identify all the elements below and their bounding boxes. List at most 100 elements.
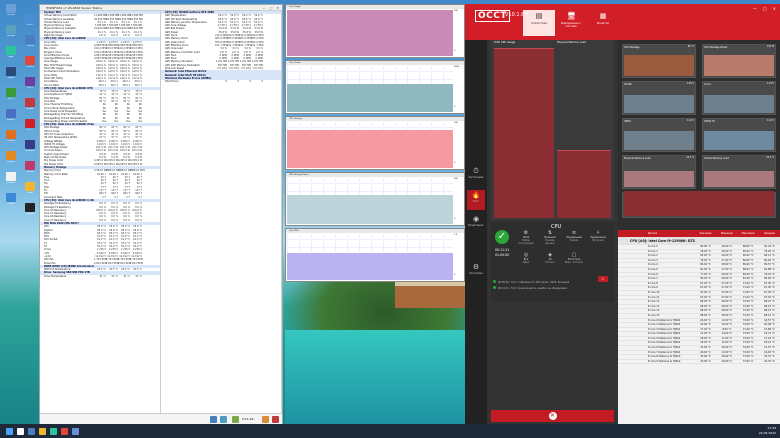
desktop-icon[interactable]: OCCT	[21, 119, 39, 133]
column-header[interactable]: Среднее	[759, 230, 780, 237]
monitor-tile[interactable]: VDDQ TX 1.10 V	[702, 118, 776, 152]
graph-window[interactable]: Core Clocks 5000 0	[285, 60, 465, 114]
clock-icon[interactable]	[232, 416, 239, 423]
hwinfo-task-icon[interactable]	[72, 427, 79, 435]
nav-right-icon[interactable]	[220, 416, 227, 423]
tab-1[interactable]: 🖥 Информация о системе	[555, 10, 587, 36]
monitor-tile[interactable]: Total CPU Usage100 %	[622, 191, 776, 218]
desktop-icon[interactable]: Cinebench	[21, 140, 39, 154]
test-parameter[interactable]: ⇅ Большой Размер данных	[541, 230, 559, 245]
test-parameter[interactable]: ▢ 64 потока Макс. потоков	[565, 252, 583, 264]
tab-2[interactable]: ▦ Монитор	[587, 10, 619, 36]
monitor-tile[interactable]: Physical Memory Load 24.1 %	[622, 155, 696, 189]
nav-left-icon[interactable]	[210, 416, 217, 423]
monitor-tile[interactable]: CPU Package 82 °C	[622, 44, 696, 78]
sensor-group-title[interactable]: CPU [#0]: Intel Core i9-12900K: DTS	[618, 237, 780, 245]
desktop-icon[interactable]: Recycle	[2, 4, 20, 18]
sensor-name: P-core 3	[648, 258, 658, 262]
graph-fill	[287, 253, 453, 280]
column-header[interactable]: Значение	[695, 230, 716, 237]
desktop-icon[interactable]: Chrome	[21, 56, 39, 70]
sidebar-item[interactable]: ⚙ Настройки	[467, 262, 485, 282]
column-header[interactable]: Датчик	[618, 230, 695, 237]
sidebar-item[interactable]: ◉ Мониторинг	[467, 214, 485, 234]
monitor-tile[interactable]: Virtual Memory Load 33.1 %	[702, 155, 776, 189]
desktop-icon[interactable]: Folder	[21, 182, 39, 196]
tile-graph	[704, 131, 774, 150]
desktop-icon[interactable]: Blender	[2, 151, 20, 165]
monitor-tile[interactable]: VDD2 1.10 V	[622, 118, 696, 152]
desktop-icon[interactable]: Steam	[2, 67, 20, 81]
close-icon[interactable]: ✕	[773, 6, 776, 11]
test-running-check-icon[interactable]: ✓	[495, 230, 509, 244]
test-parameter[interactable]: ⚡ Переменная Нагрузка	[589, 230, 607, 242]
desktop-icon[interactable]: Network	[2, 25, 20, 39]
test-parameter[interactable]: ◈ 24 Потоки	[541, 252, 559, 264]
desktop-icon[interactable]: Photos	[2, 193, 20, 207]
desktop-icon[interactable]: Prime95	[21, 161, 39, 175]
graph-window[interactable]: CPU Package 100 0	[285, 116, 465, 170]
clear-log-icon[interactable]: ⎘	[598, 276, 608, 282]
sensor-value: 79.92 °C	[764, 249, 775, 253]
sensor-row[interactable]: Drive Temperature 41 °C 41 °C 41 °C 41 °C	[40, 275, 160, 278]
scale-min: 0	[454, 106, 456, 108]
sensor-value: 72.00 °C	[742, 318, 754, 322]
minimize-icon[interactable]: —	[753, 6, 757, 11]
desktop-icon[interactable]: AIDA64	[21, 98, 39, 112]
occt-task-icon[interactable]	[61, 427, 68, 435]
sensor-value: 87.00 °C	[742, 277, 754, 281]
desktop-icon[interactable]: HWiNFO	[2, 109, 20, 123]
tab-0[interactable]: ▤ Статистика	[523, 10, 555, 36]
search-icon[interactable]	[17, 427, 24, 435]
explorer-icon[interactable]	[39, 427, 46, 435]
graph-window[interactable]: Core Usage 100 0	[285, 4, 465, 58]
desktop-icon[interactable]: Notepad	[2, 172, 20, 186]
hwinfo-sensor-column-2[interactable]: GPU [#0]: NVIDIA GeForce RTX 3080 GPU Tem…	[161, 11, 282, 413]
monitor-tile[interactable]: CPU Package Power 241 W	[702, 44, 776, 78]
sensor-table[interactable]: Датчик Значение Минимум Максимум Среднее CPU…	[618, 230, 780, 424]
column-header[interactable]: Максимум	[737, 230, 758, 237]
monitor-tile[interactable]: Vcore 1.23 V	[702, 81, 776, 115]
graph-scale: 1.5 0	[454, 234, 463, 276]
sensor-value: 19.00 °C	[700, 341, 711, 345]
desktop-icon[interactable]: 3DMark	[2, 130, 20, 144]
sensor-value: 68.12 °C	[764, 300, 775, 304]
test-parameter[interactable]: ◎ Все Ядра	[517, 252, 535, 264]
graph-scale: 100 0	[454, 10, 463, 52]
close-icon[interactable]: ✕	[276, 5, 279, 10]
stop-icon: ✕	[548, 412, 557, 420]
occt-window[interactable]: OCCT V10.1.6 ▤ Статистика 🖥 Информация о си…	[465, 4, 780, 424]
settings-icon[interactable]	[262, 416, 269, 423]
close-sensors-icon[interactable]	[272, 416, 279, 423]
test-parameter[interactable]: ≡ Нормальный Режим	[565, 230, 583, 242]
start-icon[interactable]	[6, 427, 13, 435]
system-tray-clock[interactable]: 17:34 22.05.2022	[759, 426, 776, 435]
test-parameter[interactable]: ⚙ AVX2 Набор инструкций	[517, 230, 535, 245]
desktop-icon[interactable]: This PC	[21, 14, 39, 28]
sensor-name: Drive Temperature	[44, 274, 67, 278]
hwinfo-window[interactable]: HWiNFO64 v7.26-4800 Sensor Status — □ ✕ Sy…	[39, 4, 283, 425]
maximize-icon[interactable]: □	[763, 6, 767, 11]
stop-test-button[interactable]: ✕	[491, 410, 614, 422]
graph-window[interactable]: Core VIDs 1.5 0	[285, 228, 465, 282]
graph-window[interactable]: CPU Package Power 300 0	[285, 172, 465, 226]
hwinfo-sensor-column-1[interactable]: System: MSI Virtual Memory Committed 11,98…	[40, 11, 161, 413]
sidebar-item[interactable]: ⏱ Расписание	[467, 166, 485, 186]
column-header[interactable]: Минимум	[716, 230, 737, 237]
maximize-icon[interactable]: □	[270, 5, 273, 10]
sensor-row[interactable]: E-core 9 Distance to TjMAX 33.00 °C 29.00 …	[618, 360, 780, 365]
task-view-icon[interactable]	[28, 427, 35, 435]
desktop-icon[interactable]: GPU-Z	[2, 88, 20, 102]
edge-icon[interactable]	[50, 427, 57, 435]
app-icon	[25, 98, 35, 107]
graph-plot	[287, 66, 453, 112]
sidebar-item[interactable]: 🔥 Тест	[467, 190, 485, 210]
monitor-tile[interactable]: VCCIN 1.64 V	[622, 81, 696, 115]
desktop-icon[interactable]: Terminal	[21, 203, 39, 217]
desktop-icon-label: Cinebench	[24, 150, 36, 152]
minimize-icon[interactable]: —	[263, 5, 266, 10]
desktop-icon[interactable]: Edge	[2, 46, 20, 60]
desktop-icon[interactable]: CPU-Z	[21, 77, 39, 91]
desktop-icon[interactable]: Control	[21, 35, 39, 49]
sensor-row[interactable]: Total Errors 0 0 0 0	[161, 80, 281, 83]
